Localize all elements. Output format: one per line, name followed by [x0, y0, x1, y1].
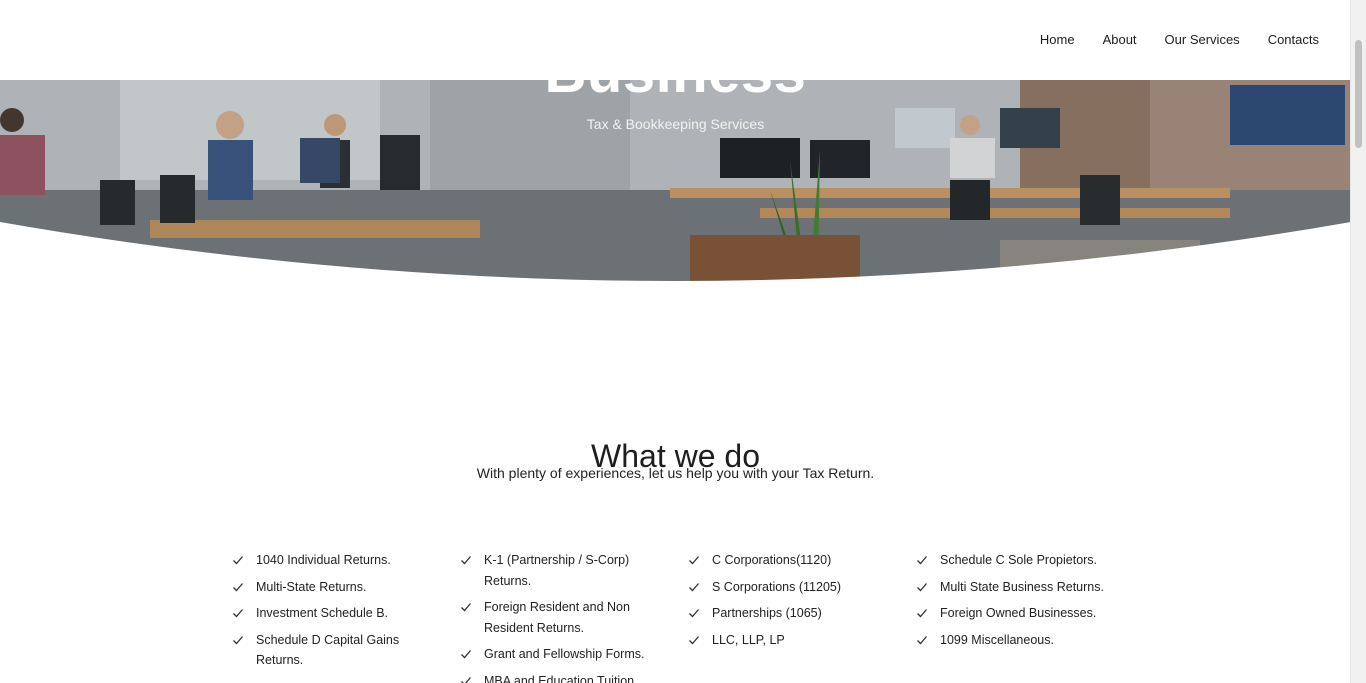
nav-about-link[interactable]: About: [1103, 30, 1137, 50]
site-header: Home About Our Services Contacts: [0, 0, 1351, 80]
nav-services-link[interactable]: Our Services: [1165, 30, 1240, 50]
page-scrollbar[interactable]: [1350, 0, 1366, 683]
main-nav: Home About Our Services Contacts: [1012, 30, 1319, 50]
hero-title: Business: [0, 80, 1351, 108]
list-item-label: C Corporations(1120): [712, 553, 832, 567]
list-item: Multi-State Returns.: [232, 577, 432, 598]
list-item: 1040 Individual Returns.: [232, 550, 432, 571]
list-item-label: Foreign Resident and Non Resident Return…: [484, 600, 630, 635]
check-icon: [461, 603, 471, 612]
check-icon: [233, 582, 243, 591]
list-item-label: Investment Schedule B.: [256, 606, 389, 620]
list-item-label: Grant and Fellowship Forms.: [484, 647, 645, 661]
services-column-1: 1040 Individual Returns. Multi-State Ret…: [232, 550, 432, 677]
list-item: S Corporations (11205): [688, 577, 888, 598]
check-icon: [917, 582, 927, 591]
check-icon: [233, 556, 243, 565]
hero-subtitle: Tax & Bookkeeping Services: [586, 116, 765, 132]
list-item-label: Partnerships (1065): [712, 606, 822, 620]
services-column-2: K-1 (Partnership / S-Corp) Returns. Fore…: [460, 550, 660, 683]
page: Home About Our Services Contacts Tax & B…: [0, 0, 1366, 683]
list-item: MBA and Education Tuition: [460, 671, 660, 683]
list-item-label: LLC, LLP, LP: [712, 632, 785, 647]
check-icon: [689, 556, 699, 565]
check-icon: [461, 676, 471, 683]
list-item: C Corporations(1120): [688, 550, 888, 571]
list-item-label: 1099 Miscellaneous.: [940, 632, 1054, 647]
list-item-label: S Corporations (11205): [712, 579, 842, 594]
list-item: Grant and Fellowship Forms.: [460, 644, 660, 665]
check-icon: [689, 582, 699, 591]
nav-contacts-link[interactable]: Contacts: [1268, 30, 1319, 50]
list-item: Investment Schedule B.: [232, 603, 432, 624]
hero-banner: Business Tax & Bookkeeping Services: [0, 80, 1351, 290]
scrollbar-thumb[interactable]: [1355, 40, 1362, 148]
list-item: K-1 (Partnership / S-Corp) Returns.: [460, 550, 634, 591]
hero-office-image: [0, 80, 1351, 290]
check-icon: [233, 635, 243, 644]
list-item-label: 1040 Individual Returns.: [256, 553, 391, 567]
list-item-label: Foreign Owned Businesses.: [940, 606, 1097, 620]
services-column-3: C Corporations(1120) S Corporations (112…: [688, 550, 888, 656]
list-item: LLC, LLP, LP: [688, 630, 888, 651]
list-item-label: Schedule C Sole Propietors.: [940, 553, 1098, 567]
list-item: Multi State Business Returns.: [916, 577, 1116, 598]
check-icon: [233, 609, 243, 618]
list-item-label: MBA and Education Tuition: [484, 673, 635, 683]
list-item: Foreign Owned Businesses.: [916, 603, 1116, 624]
list-item-label: Multi State Business Returns.: [940, 579, 1104, 594]
list-item-label: Schedule D Capital Gains Returns.: [256, 632, 400, 668]
list-item-label: Multi-State Returns.: [256, 579, 367, 594]
check-icon: [917, 556, 927, 565]
list-item: Foreign Resident and Non Resident Return…: [460, 597, 634, 638]
check-icon: [461, 556, 471, 565]
check-icon: [689, 635, 699, 644]
list-item: 1099 Miscellaneous.: [916, 630, 1116, 651]
services-column-4: Schedule C Sole Propietors. Multi State …: [916, 550, 1116, 656]
list-item: Partnerships (1065): [688, 603, 888, 624]
nav-home-link[interactable]: Home: [1040, 30, 1075, 50]
list-item-label: K-1 (Partnership / S-Corp) Returns.: [484, 553, 630, 588]
section-subtitle: With plenty of experiences, let us help …: [476, 465, 875, 481]
check-icon: [917, 635, 927, 644]
list-item: Schedule C Sole Propietors.: [916, 550, 1116, 571]
list-item: Schedule D Capital Gains Returns.: [232, 630, 406, 671]
check-icon: [461, 650, 471, 659]
check-icon: [689, 609, 699, 618]
check-icon: [917, 609, 927, 618]
